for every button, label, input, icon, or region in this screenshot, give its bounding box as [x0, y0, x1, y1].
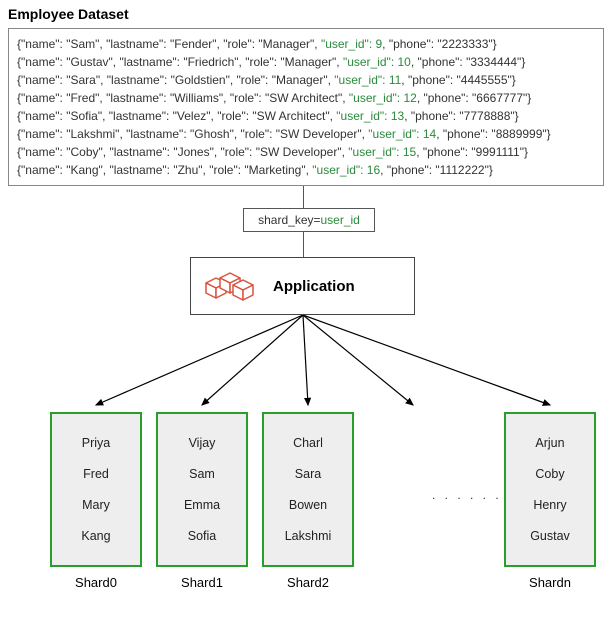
shard-1: Vijay Sam Emma Sofia Shard1 [156, 412, 248, 590]
shard-item: Vijay [189, 436, 216, 450]
shard-item: Mary [82, 498, 110, 512]
application-box: Application [190, 257, 415, 315]
shard-label: Shard0 [50, 575, 142, 590]
shard-label: Shard1 [156, 575, 248, 590]
shard-item: Henry [533, 498, 566, 512]
shard-label: Shardn [504, 575, 596, 590]
dataset-title: Employee Dataset [8, 6, 129, 22]
dataset-record: {"name": "Lakshmi", "lastname": "Ghosh",… [17, 125, 595, 143]
shard-item: Coby [535, 467, 564, 481]
dataset-record: {"name": "Kang", "lastname": "Zhu", "rol… [17, 161, 595, 179]
shard-item: Fred [83, 467, 109, 481]
shard-2: Charl Sara Bowen Lakshmi Shard2 [262, 412, 354, 590]
shard-item: Priya [82, 436, 110, 450]
shard-box: Vijay Sam Emma Sofia [156, 412, 248, 567]
shard-item: Sam [189, 467, 215, 481]
dataset-record: {"name": "Sara", "lastname": "Goldstien"… [17, 71, 595, 89]
shard-item: Gustav [530, 529, 570, 543]
shard-key-box: shard_key=user_id [243, 208, 375, 232]
dataset-record: {"name": "Coby", "lastname": "Jones", "r… [17, 143, 595, 161]
shard-item: Bowen [289, 498, 327, 512]
shard-0: Priya Fred Mary Kang Shard0 [50, 412, 142, 590]
shard-item: Lakshmi [285, 529, 332, 543]
shard-item: Sara [295, 467, 321, 481]
dataset-record: {"name": "Sam", "lastname": "Fender", "r… [17, 35, 595, 53]
shard-box: Charl Sara Bowen Lakshmi [262, 412, 354, 567]
dataset-record: {"name": "Fred", "lastname": "Williams",… [17, 89, 595, 107]
connector-line [303, 232, 304, 257]
shard-item: Kang [81, 529, 110, 543]
cubes-icon [199, 264, 259, 308]
distribution-arrows [0, 315, 613, 415]
shard-item: Arjun [535, 436, 564, 450]
shard-box: Priya Fred Mary Kang [50, 412, 142, 567]
shard-key-label: shard_key= [258, 213, 320, 227]
connector-line [303, 186, 304, 208]
shard-item: Emma [184, 498, 220, 512]
shard-key-value: user_id [321, 213, 360, 227]
shard-label: Shard2 [262, 575, 354, 590]
application-label: Application [273, 278, 355, 295]
dataset-record: {"name": "Sofia", "lastname": "Velez", "… [17, 107, 595, 125]
shard-item: Sofia [188, 529, 217, 543]
dataset-record: {"name": "Gustav", "lastname": "Friedric… [17, 53, 595, 71]
dataset-box: {"name": "Sam", "lastname": "Fender", "r… [8, 28, 604, 186]
shard-n: Arjun Coby Henry Gustav Shardn [504, 412, 596, 590]
shard-item: Charl [293, 436, 323, 450]
shard-box: Arjun Coby Henry Gustav [504, 412, 596, 567]
